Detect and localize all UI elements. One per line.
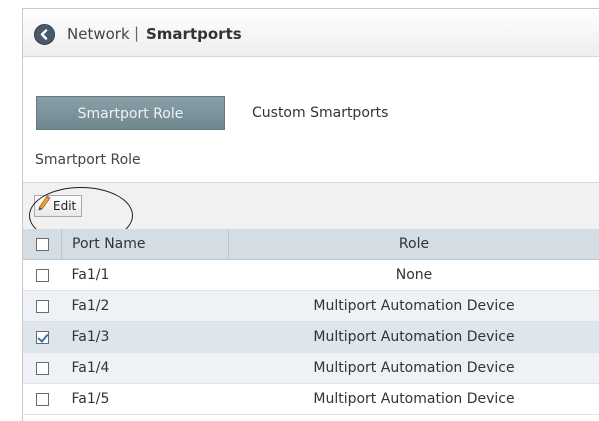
table-row[interactable]: Fa1/4 Multiport Automation Device bbox=[23, 353, 599, 384]
column-header-role[interactable]: Role bbox=[229, 229, 599, 260]
select-all-checkbox[interactable] bbox=[36, 238, 49, 251]
row-checkbox[interactable] bbox=[36, 393, 49, 406]
table-row[interactable]: Fa1/2 Multiport Automation Device bbox=[23, 291, 599, 322]
back-arrow-icon[interactable] bbox=[34, 24, 55, 45]
smartport-role-table: Port Name Role Fa1/1 None Fa1/2 Multipor… bbox=[23, 229, 599, 415]
tab-smartport-role[interactable]: Smartport Role bbox=[36, 96, 225, 130]
port-name-cell: Fa1/2 bbox=[62, 291, 229, 322]
row-checkbox[interactable] bbox=[36, 269, 49, 282]
row-checkbox-cell bbox=[23, 353, 62, 384]
breadcrumb: Network | Smartports bbox=[23, 9, 599, 57]
breadcrumb-separator: | bbox=[134, 24, 139, 42]
row-checkbox-cell bbox=[23, 322, 62, 353]
port-name-cell: Fa1/5 bbox=[62, 384, 229, 415]
role-cell: None bbox=[229, 260, 599, 291]
row-checkbox[interactable] bbox=[36, 300, 49, 313]
row-checkbox-cell bbox=[23, 291, 62, 322]
row-checkbox-cell bbox=[23, 260, 62, 291]
breadcrumb-network-link[interactable]: Network bbox=[67, 25, 130, 43]
role-cell: Multiport Automation Device bbox=[229, 353, 599, 384]
port-name-cell: Fa1/4 bbox=[62, 353, 229, 384]
tab-custom-smartports[interactable]: Custom Smartports bbox=[252, 96, 388, 130]
port-name-cell: Fa1/1 bbox=[62, 260, 229, 291]
row-checkbox[interactable] bbox=[36, 362, 49, 375]
select-all-checkbox-cell bbox=[23, 229, 62, 260]
row-checkbox-cell bbox=[23, 384, 62, 415]
table-row[interactable]: Fa1/3 Multiport Automation Device bbox=[23, 322, 599, 353]
page-title: Smartports bbox=[146, 25, 242, 43]
column-header-port-name[interactable]: Port Name bbox=[62, 229, 229, 260]
port-name-cell: Fa1/3 bbox=[62, 322, 229, 353]
table-row[interactable]: Fa1/5 Multiport Automation Device bbox=[23, 384, 599, 415]
table-row[interactable]: Fa1/1 None bbox=[23, 260, 599, 291]
table-header-row: Port Name Role bbox=[23, 229, 599, 260]
role-cell: Multiport Automation Device bbox=[229, 384, 599, 415]
section-title: Smartport Role bbox=[35, 152, 141, 168]
role-cell: Multiport Automation Device bbox=[229, 322, 599, 353]
role-cell: Multiport Automation Device bbox=[229, 291, 599, 322]
row-checkbox[interactable] bbox=[36, 331, 49, 344]
content-panel: Network | Smartports Smartport Role Cust… bbox=[22, 8, 599, 421]
